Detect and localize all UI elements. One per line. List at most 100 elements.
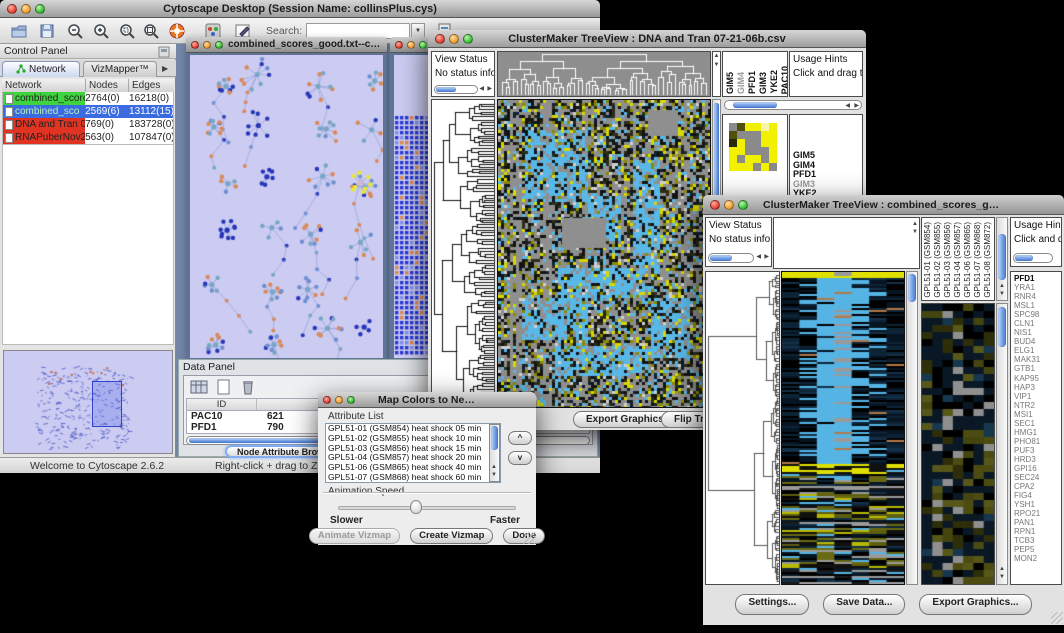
column-label[interactable]: PFD1 xyxy=(747,71,757,94)
zoom-fit-icon[interactable] xyxy=(142,22,160,40)
gene-label[interactable]: NTR2 xyxy=(1011,401,1061,410)
zoom-window-icon[interactable] xyxy=(215,41,223,49)
tv1-heatmap[interactable] xyxy=(497,99,711,408)
matrix-cell[interactable] xyxy=(745,155,753,163)
gene-label[interactable]: KAP95 xyxy=(1011,374,1061,383)
matrix-cell[interactable] xyxy=(761,131,769,139)
select-attributes-icon[interactable] xyxy=(190,379,208,395)
matrix-cell[interactable] xyxy=(737,139,745,147)
gene-label[interactable]: RNR4 xyxy=(1011,292,1061,301)
matrix-cell[interactable] xyxy=(761,139,769,147)
tab-network[interactable]: Network xyxy=(2,61,80,77)
overview-canvas[interactable] xyxy=(4,351,172,453)
close-icon[interactable] xyxy=(710,200,720,210)
zoom-in-icon[interactable] xyxy=(92,22,110,40)
matrix-cell[interactable] xyxy=(753,155,761,163)
col-edges[interactable]: Edges xyxy=(129,79,172,92)
column-label[interactable]: GPL51-04 (GSM857) xyxy=(953,222,963,298)
similarity-matrix[interactable] xyxy=(729,123,777,171)
close-icon[interactable] xyxy=(323,396,331,404)
minimize-icon[interactable] xyxy=(335,396,343,404)
matrix-cell[interactable] xyxy=(753,163,761,171)
close-icon[interactable] xyxy=(191,41,199,49)
tv2-column-tree-area[interactable]: ▲ ▼ xyxy=(773,217,920,269)
attribute-list-scrollbar[interactable]: ▲ ▼ xyxy=(489,424,500,482)
scroll-up-icon[interactable]: ▲ xyxy=(713,52,720,61)
treeview2-titlebar[interactable]: ClusterMaker TreeView : combined_scores_… xyxy=(703,195,1064,215)
matrix-cell[interactable] xyxy=(729,163,737,171)
gene-label[interactable]: HRD3 xyxy=(1011,455,1061,464)
gene-label[interactable]: SPC98 xyxy=(1011,310,1061,319)
column-label[interactable]: GIM4 xyxy=(736,72,746,94)
matrix-cell[interactable] xyxy=(729,131,737,139)
gene-label[interactable]: YRA1 xyxy=(1011,283,1061,292)
treeview-button[interactable]: Save Data... xyxy=(823,594,905,615)
network-table-row[interactable]: RNAPuberNov2+ 563(0) 107847(0) xyxy=(3,131,173,144)
scroll-down-icon[interactable]: ▼ xyxy=(491,471,497,480)
network-table-row[interactable]: DNA and Tran 07 769(0) 183728(0) xyxy=(3,118,173,131)
scroll-thumb[interactable] xyxy=(1015,255,1033,261)
move-down-button[interactable]: v xyxy=(508,451,532,465)
scroll-thumb[interactable] xyxy=(908,274,916,302)
save-icon[interactable] xyxy=(38,22,56,40)
scroll-left-icon[interactable]: ◀ xyxy=(479,85,484,94)
tv1-row-dendrogram[interactable] xyxy=(431,99,495,408)
column-label[interactable]: GPL51-01 (GSM854) xyxy=(923,222,933,298)
network-table-row[interactable]: combined_scores 2764(0) 16218(0) xyxy=(3,92,173,105)
zoom-window-icon[interactable] xyxy=(35,4,45,14)
zoom-out-icon[interactable] xyxy=(66,22,84,40)
row-dendrogram-canvas[interactable] xyxy=(706,272,779,584)
column-label[interactable]: GPL51-07 (GSM868) xyxy=(973,222,983,298)
tv1-column-dendrogram[interactable] xyxy=(497,51,711,97)
gene-label[interactable]: VIP1 xyxy=(1011,392,1061,401)
col-nodes[interactable]: Nodes xyxy=(86,79,129,92)
treeview1-titlebar[interactable]: ClusterMaker TreeView : DNA and Tran 07-… xyxy=(428,30,866,48)
tv2-row-dendrogram[interactable] xyxy=(705,271,780,585)
scroll-down-icon[interactable]: ▼ xyxy=(912,228,918,237)
gene-label[interactable]: NIS1 xyxy=(1011,328,1061,337)
column-label[interactable]: PAC10 xyxy=(780,66,788,94)
matrix-cell[interactable] xyxy=(761,163,769,171)
scroll-down-icon[interactable]: ▼ xyxy=(999,290,1005,299)
help-lifering-icon[interactable] xyxy=(168,22,186,40)
gene-label[interactable]: HAP3 xyxy=(1011,383,1061,392)
column-label[interactable]: GPL51-06 (GSM865) xyxy=(963,222,973,298)
column-label[interactable]: GPL51-08 (GSM872) xyxy=(983,222,993,298)
zoom-window-icon[interactable] xyxy=(738,200,748,210)
zoom-heatmap-canvas[interactable] xyxy=(922,304,994,584)
float-panel-icon[interactable] xyxy=(158,46,170,58)
minimize-icon[interactable] xyxy=(21,4,31,14)
scroll-right-icon[interactable]: ▶ xyxy=(487,85,492,94)
matrix-cell[interactable] xyxy=(745,163,753,171)
scroll-thumb[interactable] xyxy=(733,102,777,108)
column-label[interactable]: GIM3 xyxy=(758,72,768,94)
scroll-left-icon[interactable]: ◀ xyxy=(845,102,850,111)
move-up-button[interactable]: ^ xyxy=(508,431,532,445)
gene-label[interactable]: MSL1 xyxy=(1011,301,1061,310)
matrix-cell[interactable] xyxy=(769,163,777,171)
column-label[interactable]: GIM5 xyxy=(725,72,735,94)
overview-viewport-rect[interactable] xyxy=(92,381,122,427)
tv1-zoom-hscrollbar[interactable]: ◀ ▶ xyxy=(724,100,862,110)
matrix-cell[interactable] xyxy=(769,155,777,163)
scroll-right-icon[interactable]: ▶ xyxy=(854,102,859,111)
slider-thumb[interactable] xyxy=(410,500,422,514)
matrix-cell[interactable] xyxy=(769,147,777,155)
matrix-cell[interactable] xyxy=(745,131,753,139)
gene-label[interactable]: HMG1 xyxy=(1011,428,1061,437)
minimize-icon[interactable] xyxy=(203,41,211,49)
tv1-status-scrollbar[interactable] xyxy=(434,85,478,94)
scroll-left-icon[interactable]: ◀ xyxy=(756,253,761,262)
tv2-zoom-scrollbar[interactable]: ▲ ▼ xyxy=(996,303,1008,585)
minimize-icon[interactable] xyxy=(449,34,459,44)
matrix-cell[interactable] xyxy=(729,139,737,147)
matrix-cell[interactable] xyxy=(737,155,745,163)
gene-label[interactable]: MON2 xyxy=(1011,554,1061,563)
gene-label[interactable]: MSI1 xyxy=(1011,410,1061,419)
gene-label[interactable]: RPO21 xyxy=(1011,509,1061,518)
scroll-thumb[interactable] xyxy=(710,255,732,261)
minimize-icon[interactable] xyxy=(724,200,734,210)
column-label[interactable]: GPL51-03 (GSM856) xyxy=(943,222,953,298)
matrix-cell[interactable] xyxy=(745,139,753,147)
scroll-thumb[interactable] xyxy=(491,426,498,450)
